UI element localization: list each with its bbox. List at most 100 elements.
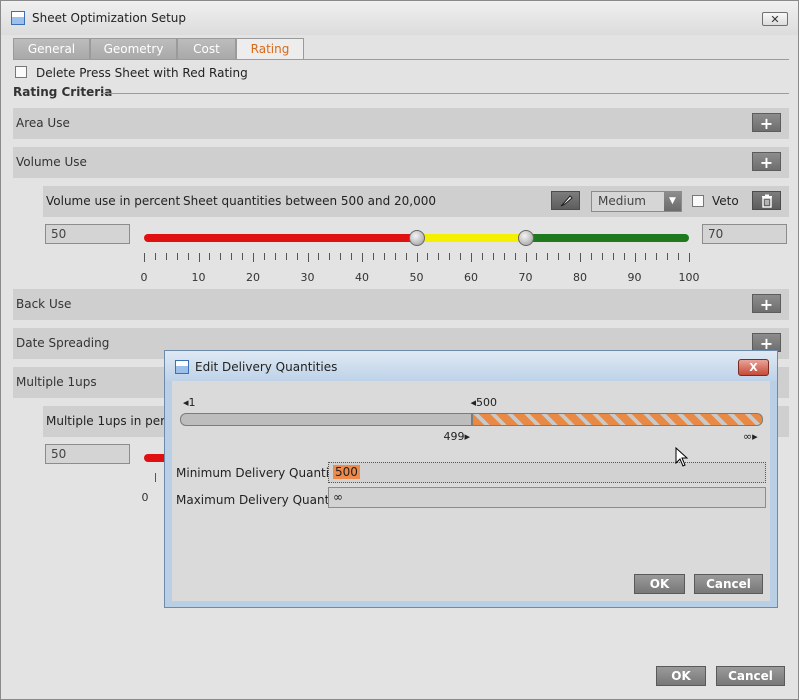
- dialog-close-button[interactable]: X: [738, 359, 769, 376]
- scale-label-30: 30: [300, 271, 315, 284]
- scale-tick: [209, 253, 211, 260]
- scale-tick: [351, 253, 353, 260]
- max-quantity-input[interactable]: ∞: [328, 487, 766, 508]
- scale-tick: [656, 253, 658, 260]
- multiple-scale-label-0: 0: [141, 491, 149, 504]
- scale-tick: [242, 253, 244, 260]
- scale-tick: [481, 253, 483, 260]
- scale-tick: [165, 253, 167, 260]
- window-close-button[interactable]: ✕: [762, 12, 788, 26]
- slider-yellow-segment: [416, 234, 526, 242]
- tab-general[interactable]: General: [13, 38, 90, 59]
- scale-label-90: 90: [627, 271, 642, 284]
- delete-red-label: Delete Press Sheet with Red Rating: [36, 66, 248, 80]
- app-icon: [11, 11, 25, 25]
- scale-tick: [285, 253, 287, 260]
- volume-criterion-label: Volume use in percent: [46, 194, 181, 208]
- window-title: Sheet Optimization Setup: [32, 11, 187, 25]
- scale-tick: [645, 253, 647, 260]
- dialog-title-bar: Edit Delivery Quantities X: [165, 351, 777, 381]
- tab-geometry[interactable]: Geometry: [90, 38, 177, 59]
- close-x-icon: ✕: [770, 13, 780, 26]
- scale-tick: [383, 253, 385, 260]
- scale-tick: [667, 253, 669, 260]
- veto-checkbox[interactable]: [692, 195, 704, 207]
- group-area-use-label: Area Use: [16, 116, 70, 130]
- dialog-cancel-button[interactable]: Cancel: [694, 574, 763, 594]
- scale-tick: [492, 253, 494, 260]
- volume-rating-slider[interactable]: [144, 229, 689, 249]
- group-area-use[interactable]: Area Use +: [13, 108, 789, 139]
- scale-tick: [296, 253, 298, 260]
- dialog-ok-button[interactable]: OK: [634, 574, 685, 594]
- scale-tick: [253, 253, 254, 262]
- min-quantity-input[interactable]: 500: [328, 462, 766, 483]
- plus-icon: +: [759, 295, 774, 314]
- expand-back-use-button[interactable]: +: [752, 294, 781, 314]
- range-split-top-label: ◂500: [470, 396, 498, 409]
- low-threshold-input[interactable]: 50: [45, 224, 130, 244]
- scale-tick: [307, 253, 309, 262]
- low-threshold-knob[interactable]: [408, 230, 425, 246]
- expand-area-use-button[interactable]: +: [752, 113, 781, 133]
- delete-red-checkbox[interactable]: [15, 66, 27, 78]
- scale-tick: [405, 253, 407, 260]
- volume-scale: 0 10 20 30 40 50 60 70 80 90 100: [141, 253, 700, 289]
- multiple-slider-red-segment: [144, 454, 166, 462]
- range-segment-high-selected[interactable]: [471, 413, 763, 426]
- multiple-low-input[interactable]: 50: [45, 444, 130, 464]
- close-x-icon: X: [749, 361, 758, 374]
- multiple-scale-tick: [155, 473, 156, 482]
- group-volume-use[interactable]: Volume Use +: [13, 147, 789, 178]
- high-threshold-input[interactable]: 70: [702, 224, 787, 244]
- ok-button[interactable]: OK: [656, 666, 706, 686]
- scale-tick: [154, 253, 156, 260]
- range-segment-low[interactable]: [180, 413, 472, 426]
- priority-value: Medium: [598, 194, 646, 208]
- scale-tick: [569, 253, 571, 260]
- max-quantity-label: Maximum Delivery Quantity: [176, 493, 345, 507]
- veto-label: Veto: [712, 194, 739, 208]
- chevron-down-icon: ▼: [664, 192, 681, 211]
- scale-tick: [460, 253, 462, 260]
- mouse-cursor-icon: [675, 447, 689, 467]
- scale-label-40: 40: [355, 271, 369, 284]
- group-volume-use-label: Volume Use: [16, 155, 87, 169]
- plus-icon: +: [759, 114, 774, 133]
- delete-criterion-button[interactable]: [752, 191, 781, 210]
- group-back-use[interactable]: Back Use +: [13, 289, 789, 320]
- scale-tick: [274, 253, 276, 260]
- scale-tick: [318, 253, 320, 260]
- group-date-spreading-label: Date Spreading: [16, 336, 110, 350]
- scale-label-50: 50: [409, 271, 424, 284]
- dialog-app-icon: [175, 360, 189, 374]
- scale-tick: [394, 253, 396, 260]
- scale-tick: [536, 253, 538, 260]
- tab-rating[interactable]: Rating: [236, 38, 304, 60]
- priority-dropdown[interactable]: Medium ▼: [591, 191, 682, 212]
- scale-tick: [263, 253, 265, 260]
- scale-tick: [231, 253, 233, 260]
- expand-volume-use-button[interactable]: +: [752, 152, 781, 172]
- scale-tick: [525, 253, 527, 262]
- high-threshold-knob[interactable]: [517, 230, 534, 246]
- edit-delivery-dialog: Edit Delivery Quantities X ◂1 ◂500 499▸ …: [164, 350, 778, 608]
- scale-tick: [372, 253, 374, 260]
- volume-criterion-row: Volume use in percent Sheet quantities b…: [43, 186, 789, 217]
- tab-cost[interactable]: Cost: [177, 38, 236, 59]
- min-quantity-value: 500: [333, 465, 360, 479]
- cancel-button[interactable]: Cancel: [716, 666, 785, 686]
- edit-condition-button[interactable]: [551, 191, 580, 210]
- scale-tick: [187, 253, 189, 260]
- dialog-body: ◂1 ◂500 499▸ ∞▸ Minimum Delivery Quantit…: [172, 381, 770, 601]
- scale-tick: [612, 253, 614, 260]
- scale-tick: [590, 253, 592, 260]
- scale-tick: [144, 253, 145, 262]
- scale-tick: [547, 253, 549, 260]
- min-quantity-label: Minimum Delivery Quantity: [176, 466, 341, 480]
- scale-label-10: 10: [191, 271, 206, 284]
- scale-tick: [678, 253, 680, 260]
- range-split-bottom-label: 499▸: [443, 430, 471, 443]
- scale-tick: [514, 253, 516, 260]
- quantity-range-bar[interactable]: [180, 413, 763, 426]
